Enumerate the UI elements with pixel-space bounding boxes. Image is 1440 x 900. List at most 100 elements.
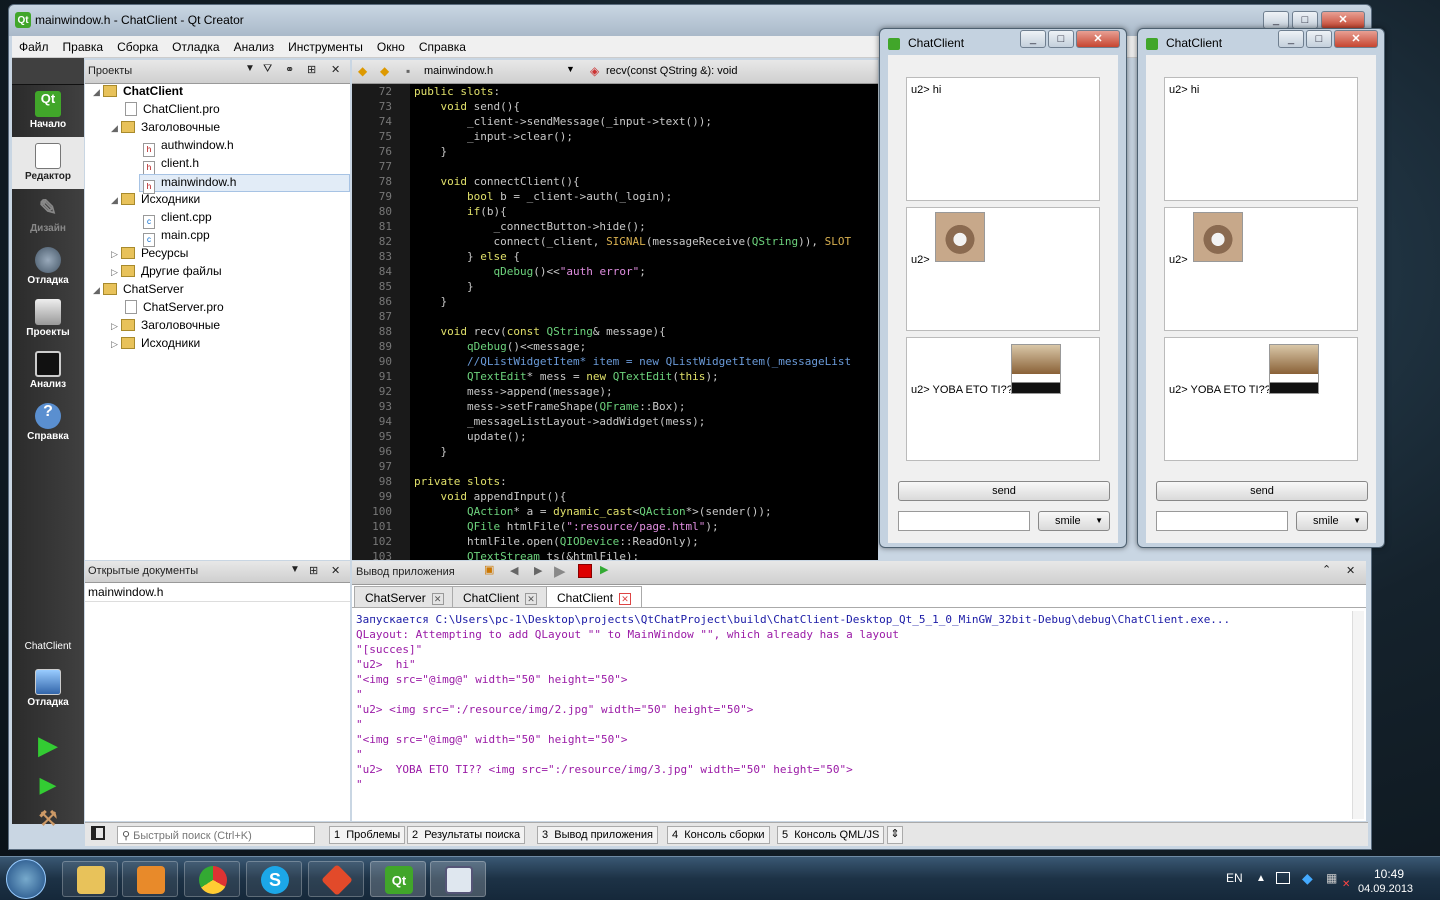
message-box[interactable]: u2> hi <box>1164 77 1358 201</box>
taskbar-chatclient[interactable] <box>430 861 486 897</box>
dropdown-arrow-icon[interactable]: ▼ <box>290 564 300 575</box>
menu-file[interactable]: Файл <box>12 36 56 54</box>
file-selector[interactable]: mainwindow.h <box>424 65 493 77</box>
maximize-pane-icon[interactable]: ⌃ <box>1322 563 1331 576</box>
attach-debugger-icon[interactable]: ▶ <box>600 563 608 576</box>
symbol-selector[interactable]: recv(const QString &): void <box>606 65 737 77</box>
message-input[interactable] <box>1156 511 1288 531</box>
close-button[interactable]: ✕ <box>1076 30 1120 48</box>
tree-item[interactable]: c main.cpp <box>143 228 210 247</box>
menu-edit[interactable]: Правка <box>56 36 111 54</box>
tree-item[interactable]: ChatServer.pro <box>125 300 224 318</box>
build-hammer-icon[interactable]: ⚒ <box>34 805 62 833</box>
close-tab-icon[interactable]: ✕ <box>619 593 632 605</box>
maximize-button[interactable]: □ <box>1048 30 1074 48</box>
maximize-button[interactable]: □ <box>1306 30 1332 48</box>
menu-build[interactable]: Сборка <box>110 36 165 54</box>
tree-item[interactable]: ◢ Исходники <box>111 192 200 210</box>
filter-icon[interactable]: ⛛ <box>263 63 272 76</box>
language-indicator[interactable]: EN <box>1226 871 1243 885</box>
menu-debug[interactable]: Отладка <box>165 36 226 54</box>
run-icon[interactable]: ▶ <box>34 730 62 760</box>
output-tab-active[interactable]: ChatClient ✕ <box>546 586 643 608</box>
tree-item[interactable]: c client.cpp <box>143 210 212 229</box>
message-box[interactable]: u2> hi <box>906 77 1100 201</box>
menu-window[interactable]: Окно <box>370 36 412 54</box>
taskbar-explorer[interactable] <box>62 861 118 897</box>
output-scrollbar[interactable] <box>1352 611 1364 819</box>
back-arrow-icon[interactable]: ◆ <box>358 64 367 78</box>
send-button[interactable]: send <box>1156 481 1368 501</box>
send-button[interactable]: send <box>898 481 1110 501</box>
clear-output-icon[interactable]: ▣ <box>484 563 494 576</box>
tree-item[interactable]: h client.h <box>143 156 199 175</box>
close-button[interactable]: ✕ <box>1334 30 1378 48</box>
mode-debug[interactable]: Отладка <box>12 241 84 293</box>
tree-item[interactable]: h authwindow.h <box>143 138 234 157</box>
code-editor[interactable]: 72 public slots: 73 void send(){74 _client… <box>352 84 878 560</box>
pane-qml-console-button[interactable]: 5 Консоль QML/JS <box>777 826 885 844</box>
open-doc-item[interactable]: mainwindow.h <box>85 583 350 602</box>
start-button[interactable] <box>6 859 46 899</box>
close-button[interactable]: ✕ <box>1321 11 1365 29</box>
tree-item[interactable]: ▷ Ресурсы <box>111 246 188 264</box>
close-pane-icon[interactable]: ✕ <box>331 564 340 577</box>
tree-item[interactable]: ◢ Заголовочные <box>111 120 220 138</box>
dropdown-arrow-icon[interactable]: ▼ <box>245 63 255 74</box>
mode-projects[interactable]: Проекты <box>12 293 84 345</box>
message-input[interactable] <box>898 511 1030 531</box>
tree-item[interactable]: ▷ Исходники <box>111 336 200 354</box>
message-box[interactable]: u2> YOBA ETO TI?? <box>1164 337 1358 461</box>
tree-item-selected[interactable]: h mainwindow.h <box>139 174 350 194</box>
show-hidden-icons-icon[interactable]: ▲ <box>1256 873 1266 884</box>
mode-analyze[interactable]: Анализ <box>12 345 84 397</box>
taskbar-skype[interactable]: S <box>246 861 302 897</box>
debug-run-icon[interactable]: ▶ <box>34 771 62 799</box>
output-tab[interactable]: ChatClient ✕ <box>452 586 549 608</box>
tree-item[interactable]: ChatClient.pro <box>125 102 220 120</box>
maximize-button[interactable]: □ <box>1292 11 1318 29</box>
taskbar-media-player[interactable] <box>122 861 178 897</box>
pane-app-output-button[interactable]: 3 Вывод приложения <box>537 826 658 844</box>
message-box[interactable]: u2> YOBA ETO TI?? <box>906 337 1100 461</box>
smile-dropdown[interactable]: smile ▼ <box>1038 511 1110 531</box>
menu-analyze[interactable]: Анализ <box>227 36 282 54</box>
message-box[interactable]: u2> <box>1164 207 1358 331</box>
taskbar-qtcreator[interactable]: Qt <box>370 861 426 897</box>
menu-tools[interactable]: Инструменты <box>281 36 370 54</box>
clock-date[interactable]: 04.09.2013 <box>1358 883 1413 895</box>
stop-icon[interactable] <box>578 564 592 578</box>
mode-welcome[interactable]: Qt Начало <box>12 85 84 137</box>
file-dropdown-icon[interactable]: ▼ <box>566 64 575 74</box>
link-icon[interactable]: ⚭ <box>285 63 294 76</box>
dropbox-icon[interactable]: ◆ <box>1302 870 1313 887</box>
run-target-selector[interactable]: Отладка <box>12 663 84 715</box>
action-center-icon[interactable] <box>1276 872 1290 884</box>
menu-help[interactable]: Справка <box>412 36 473 54</box>
mode-edit[interactable]: Редактор <box>12 137 84 189</box>
forward-arrow-icon[interactable]: ◆ <box>380 64 389 78</box>
taskbar-git[interactable] <box>308 861 364 897</box>
tree-item[interactable]: ◢ ChatServer <box>93 282 184 300</box>
split-icon[interactable]: ⊞ <box>309 564 318 577</box>
pane-search-results-button[interactable]: 2 Результаты поиска <box>407 826 526 844</box>
tree-item[interactable]: ▷ Другие файлы <box>111 264 222 282</box>
output-tab[interactable]: ChatServer ✕ <box>354 586 455 608</box>
taskbar-chrome[interactable] <box>184 861 240 897</box>
tree-item[interactable]: ▷ Заголовочные <box>111 318 220 336</box>
close-tab-icon[interactable]: ✕ <box>525 593 538 605</box>
minimize-button[interactable]: _ <box>1020 30 1046 48</box>
prev-icon[interactable]: ◀ <box>510 564 518 577</box>
more-panes-button[interactable]: ⇕ <box>887 826 903 844</box>
quick-search-input[interactable]: ⚲ Быстрый поиск (Ctrl+K) <box>117 826 315 844</box>
pane-issues-button[interactable]: 1 Проблемы <box>329 826 406 844</box>
message-box[interactable]: u2> <box>906 207 1100 331</box>
clock-time[interactable]: 10:49 <box>1374 867 1404 881</box>
tree-item[interactable]: ◢ ChatClient <box>93 84 183 102</box>
close-pane-icon[interactable]: ✕ <box>1346 564 1355 577</box>
split-icon[interactable]: ⊞ <box>307 63 316 76</box>
next-icon[interactable]: ▶ <box>534 564 542 577</box>
pane-compile-output-button[interactable]: 4 Консоль сборки <box>667 826 770 844</box>
toggle-sidebar-icon[interactable] <box>91 826 105 840</box>
close-pane-icon[interactable]: ✕ <box>331 63 340 76</box>
